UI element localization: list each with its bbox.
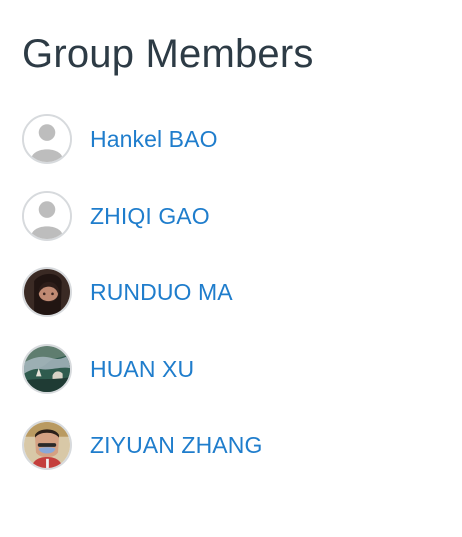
group-members-panel: Group Members Hankel BAO ZHIQI GAO RUNDU… (22, 30, 442, 470)
list-item: HUAN XU (22, 342, 442, 396)
masked-portrait-avatar-photo[interactable] (22, 420, 72, 470)
member-link-huan-xu[interactable]: HUAN XU (90, 355, 194, 383)
member-link-runduo-ma[interactable]: RUNDUO MA (90, 278, 233, 306)
list-item: ZIYUAN ZHANG (22, 418, 442, 472)
member-link-hankel-bao[interactable]: Hankel BAO (90, 125, 218, 153)
members-list: Hankel BAO ZHIQI GAO RUNDUO MA HUAN XU Z… (22, 112, 442, 495)
page-title: Group Members (22, 32, 314, 76)
portrait-avatar-photo[interactable] (22, 267, 72, 317)
list-item: ZHIQI GAO (22, 189, 442, 243)
default-avatar-icon[interactable] (22, 190, 72, 241)
list-item: Hankel BAO (22, 112, 442, 166)
scenery-avatar-photo[interactable] (22, 343, 72, 394)
list-item: RUNDUO MA (22, 265, 442, 319)
member-link-zhiqi-gao[interactable]: ZHIQI GAO (90, 202, 210, 230)
default-avatar-icon[interactable] (22, 114, 72, 164)
member-link-ziyuan-zhang[interactable]: ZIYUAN ZHANG (90, 431, 262, 459)
